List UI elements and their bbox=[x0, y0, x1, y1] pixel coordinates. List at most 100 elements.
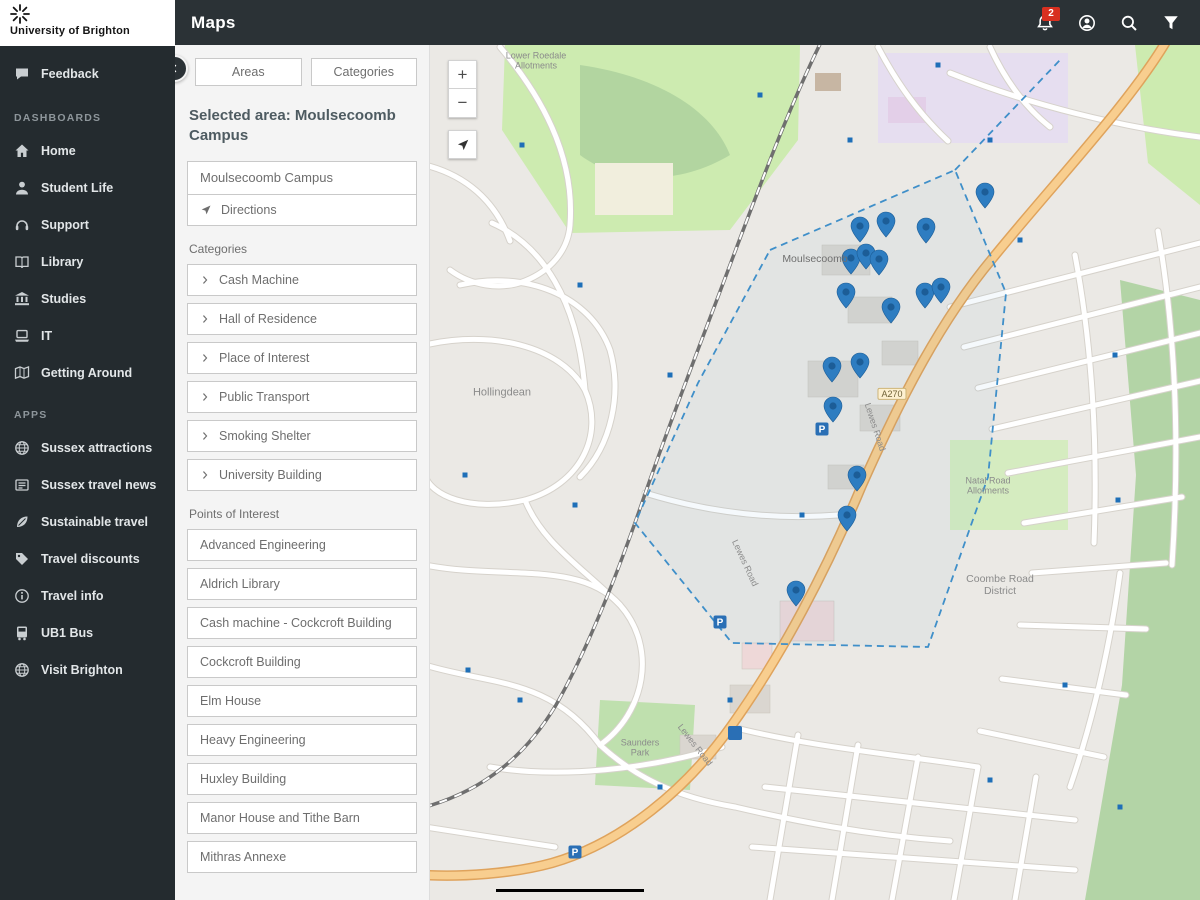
parking-icon: P bbox=[713, 615, 727, 629]
poi-item[interactable]: Manor House and Tithe Barn bbox=[187, 801, 417, 834]
chevron-right-icon bbox=[200, 353, 210, 363]
filter-button[interactable] bbox=[1154, 6, 1188, 40]
poi-item[interactable]: Aldrich Library bbox=[187, 567, 417, 600]
sidebar-item-sussex-travel-news[interactable]: Sussex travel news bbox=[0, 466, 175, 503]
poi-label: Manor House and Tithe Barn bbox=[200, 810, 360, 825]
sidebar-item-it[interactable]: IT bbox=[0, 317, 175, 354]
directions-button[interactable]: Directions bbox=[187, 193, 417, 226]
sidebar-item-label: Student Life bbox=[41, 180, 114, 195]
page-title: Maps bbox=[191, 12, 236, 32]
sidebar-item-home[interactable]: Home bbox=[0, 132, 175, 169]
parking-icon: P bbox=[568, 845, 582, 859]
poi-item[interactable]: Mithras Annexe bbox=[187, 840, 417, 873]
category-label: Hall of Residence bbox=[219, 311, 317, 326]
map-poi-square-icon bbox=[728, 726, 742, 740]
basemap: P P P bbox=[430, 45, 1200, 900]
transit-stop-dot bbox=[657, 784, 663, 790]
chevron-right-icon bbox=[200, 275, 210, 285]
account-icon bbox=[1078, 14, 1096, 32]
chevron-right-icon bbox=[200, 431, 210, 441]
transit-stop-dot bbox=[987, 137, 993, 143]
tag-icon bbox=[14, 551, 30, 567]
poi-label: Aldrich Library bbox=[200, 576, 280, 591]
brand-name: University of Brighton bbox=[10, 25, 130, 37]
chevron-right-icon bbox=[200, 470, 210, 480]
category-item[interactable]: Hall of Residence bbox=[187, 302, 417, 335]
leaf-icon bbox=[14, 514, 30, 530]
sidebar-item-sustainable-travel[interactable]: Sustainable travel bbox=[0, 503, 175, 540]
zoom-out-button[interactable]: − bbox=[448, 89, 477, 118]
transit-stop-dot bbox=[847, 137, 853, 143]
poi-label: Advanced Engineering bbox=[200, 537, 326, 552]
poi-item[interactable]: Elm House bbox=[187, 684, 417, 717]
info-icon bbox=[14, 588, 30, 604]
svg-text:P: P bbox=[819, 425, 826, 436]
transit-stop-dot bbox=[465, 667, 471, 673]
poi-label: Cockcroft Building bbox=[200, 654, 301, 669]
transit-stop-dot bbox=[1115, 497, 1121, 503]
sidebar-item-library[interactable]: Library bbox=[0, 243, 175, 280]
panel-collapse-button[interactable] bbox=[175, 55, 188, 82]
svg-text:P: P bbox=[572, 848, 579, 859]
category-item[interactable]: University Building bbox=[187, 458, 417, 491]
sidebar-item-ub1-bus[interactable]: UB1 Bus bbox=[0, 614, 175, 651]
sidebar-item-label: Sussex attractions bbox=[41, 440, 153, 455]
tab-areas[interactable]: Areas bbox=[195, 58, 302, 86]
sidebar-section-label: DASHBOARDS bbox=[14, 112, 102, 124]
sidebar-item-studies[interactable]: Studies bbox=[0, 280, 175, 317]
sidebar-item-travel-discounts[interactable]: Travel discounts bbox=[0, 540, 175, 577]
sidebar-item-label: Library bbox=[41, 254, 84, 269]
sidebar-item-feedback[interactable]: Feedback bbox=[0, 54, 175, 94]
topbar: Maps 2 bbox=[175, 0, 1200, 45]
tab-categories[interactable]: Categories bbox=[310, 58, 417, 86]
home-icon bbox=[14, 143, 30, 159]
transit-stop-dot bbox=[727, 697, 733, 703]
laptop-icon bbox=[14, 328, 30, 344]
account-button[interactable] bbox=[1070, 6, 1104, 40]
sidebar-item-visit-brighton[interactable]: Visit Brighton bbox=[0, 651, 175, 688]
category-item[interactable]: Public Transport bbox=[187, 380, 417, 413]
poi-item[interactable]: Huxley Building bbox=[187, 762, 417, 795]
transit-stop-dot bbox=[757, 92, 763, 98]
selected-area-heading: Selected area: Moulsecoomb Campus bbox=[189, 107, 396, 145]
sidebar-item-travel-info[interactable]: Travel info bbox=[0, 577, 175, 614]
zoom-in-button[interactable]: + bbox=[448, 60, 477, 89]
sidebar-item-label: UB1 Bus bbox=[41, 625, 94, 640]
news-icon bbox=[14, 477, 30, 493]
sidebar-item-label: Getting Around bbox=[41, 365, 133, 380]
category-item[interactable]: Smoking Shelter bbox=[187, 419, 417, 452]
brand-logo: University of Brighton bbox=[0, 0, 175, 46]
filter-icon bbox=[1162, 14, 1180, 32]
book-icon bbox=[14, 254, 30, 270]
sidebar-item-label: Sustainable travel bbox=[41, 514, 148, 529]
directions-icon bbox=[200, 204, 212, 216]
sidebar-item-support[interactable]: Support bbox=[0, 206, 175, 243]
sidebar-item-label: Travel info bbox=[41, 588, 104, 603]
poi-item[interactable]: Cockcroft Building bbox=[187, 645, 417, 678]
sidebar-item-label: Home bbox=[41, 143, 76, 158]
map-controls: + − bbox=[448, 60, 477, 159]
sidebar-item-getting-around[interactable]: Getting Around bbox=[0, 354, 175, 391]
transit-stop-dot bbox=[519, 142, 525, 148]
chat-icon bbox=[14, 66, 30, 82]
search-button[interactable] bbox=[1112, 6, 1146, 40]
poi-item[interactable]: Advanced Engineering bbox=[187, 528, 417, 561]
selected-area-field[interactable]: Moulsecoomb Campus bbox=[187, 160, 417, 195]
poi-item[interactable]: Heavy Engineering bbox=[187, 723, 417, 756]
poi-list: Advanced Engineering Aldrich Library Cash … bbox=[187, 528, 417, 873]
category-item[interactable]: Place of Interest bbox=[187, 341, 417, 374]
notifications-button[interactable]: 2 bbox=[1028, 6, 1062, 40]
sidebar-item-label: Visit Brighton bbox=[41, 662, 123, 677]
map-canvas[interactable]: PPP Lower Roedale Allotments Hollingdean M… bbox=[430, 45, 1200, 900]
poi-label: Elm House bbox=[200, 693, 262, 708]
sidebar-item-student-life[interactable]: Student Life bbox=[0, 169, 175, 206]
map-side-panel: Areas Categories Selected area: Moulsecoo… bbox=[175, 45, 430, 900]
transit-stop-dot bbox=[799, 512, 805, 518]
locate-button[interactable] bbox=[448, 130, 477, 159]
person-icon bbox=[14, 180, 30, 196]
category-item[interactable]: Cash Machine bbox=[187, 263, 417, 296]
sidebar-item-label: Feedback bbox=[41, 67, 99, 81]
sidebar-item-label: Support bbox=[41, 217, 89, 232]
poi-item[interactable]: Cash machine - Cockcroft Building bbox=[187, 606, 417, 639]
sidebar-item-sussex-attractions[interactable]: Sussex attractions bbox=[0, 429, 175, 466]
